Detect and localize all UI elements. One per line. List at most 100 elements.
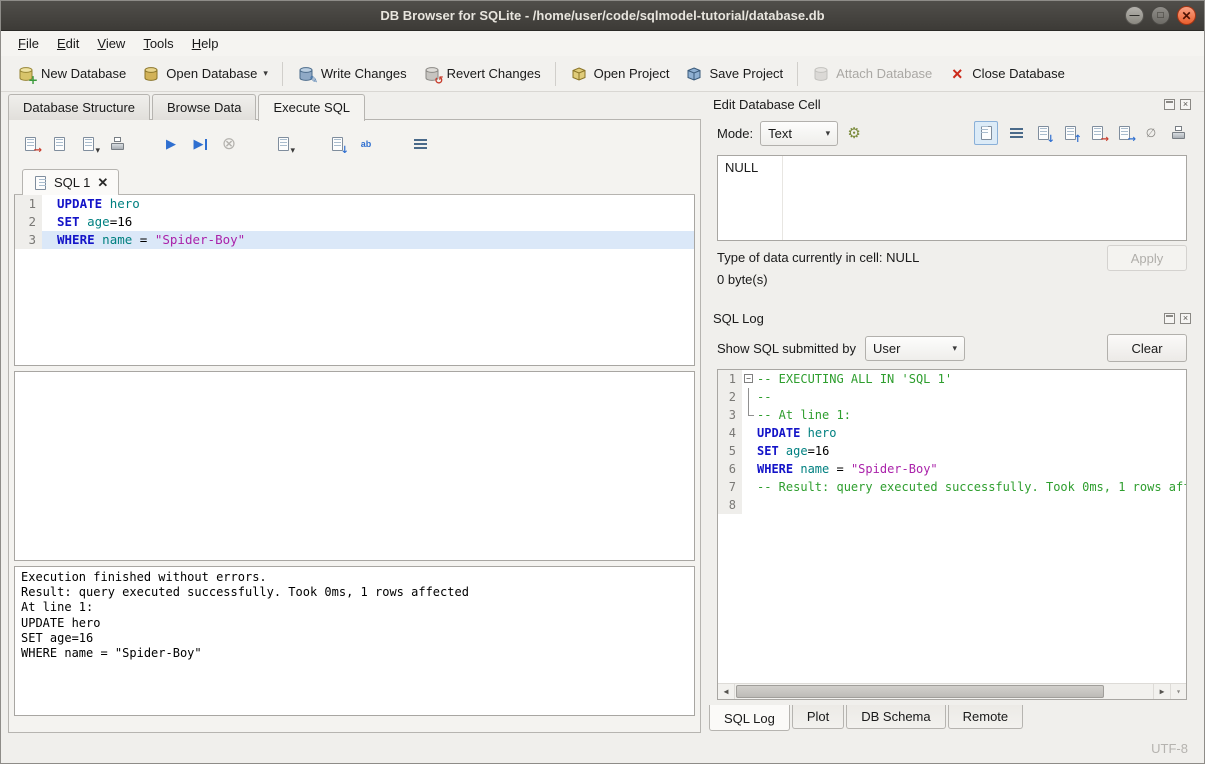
edit-cell-dock-title: Edit Database Cell bbox=[707, 93, 1197, 115]
left-panel: Database Structure Browse Data Execute S… bbox=[8, 93, 701, 733]
sql-tab-label: SQL 1 bbox=[54, 175, 90, 190]
revert-changes-button[interactable]: Revert Changes bbox=[415, 60, 549, 88]
edit-cell-float-icon[interactable] bbox=[1164, 99, 1175, 110]
horizontal-scrollbar[interactable]: ◀ ▶ ▾ bbox=[718, 683, 1186, 699]
cell-type-text: Type of data currently in cell: NULL bbox=[717, 250, 919, 265]
scroll-right-icon[interactable]: ▶ bbox=[1153, 684, 1170, 699]
menu-help[interactable]: Help bbox=[183, 33, 228, 54]
scrollbar-track[interactable] bbox=[735, 684, 1153, 699]
new-sql-tab-icon[interactable] bbox=[274, 135, 292, 153]
scroll-left-icon[interactable]: ◀ bbox=[718, 684, 735, 699]
save-project-button[interactable]: Save Project bbox=[677, 60, 791, 88]
sql-editor[interactable]: 1UPDATE hero2SET age=163WHERE name = "Sp… bbox=[14, 195, 695, 366]
menu-tools[interactable]: Tools bbox=[134, 33, 182, 54]
save-sql-file-icon[interactable] bbox=[50, 135, 68, 153]
sql-log-dock-title: SQL Log bbox=[707, 307, 1197, 329]
import-cell-icon[interactable] bbox=[1034, 124, 1052, 142]
cell-editor[interactable]: NULL bbox=[717, 155, 1187, 241]
mode-value: Text bbox=[768, 126, 792, 141]
results-grid[interactable] bbox=[14, 371, 695, 561]
sql-log-float-icon[interactable] bbox=[1164, 313, 1175, 324]
mode-select[interactable]: Text bbox=[760, 121, 838, 146]
revert-changes-label: Revert Changes bbox=[447, 66, 541, 81]
cell-size-text: 0 byte(s) bbox=[717, 272, 919, 287]
tab-browse-data[interactable]: Browse Data bbox=[152, 94, 256, 120]
set-null-icon[interactable] bbox=[1142, 124, 1160, 142]
menubar: File Edit View Tools Help bbox=[1, 31, 1204, 56]
revert-changes-icon bbox=[423, 65, 441, 83]
window-controls: ― □ ✕ bbox=[1125, 6, 1196, 25]
export-results-icon[interactable] bbox=[328, 135, 346, 153]
maximize-button[interactable]: □ bbox=[1151, 6, 1170, 25]
tab-sql-log[interactable]: SQL Log bbox=[709, 705, 790, 731]
main-toolbar: New Database Open Database Write Changes… bbox=[1, 56, 1204, 92]
save-cell-icon[interactable] bbox=[1115, 124, 1133, 142]
word-wrap-icon[interactable] bbox=[1007, 124, 1025, 142]
print-cell-icon[interactable] bbox=[1169, 124, 1187, 142]
apply-button[interactable]: Apply bbox=[1107, 245, 1187, 271]
close-button[interactable]: ✕ bbox=[1177, 6, 1196, 25]
bottom-tabs: SQL Log Plot DB Schema Remote bbox=[707, 705, 1197, 733]
find-replace-icon[interactable] bbox=[357, 135, 375, 153]
text-mode-icon[interactable] bbox=[974, 121, 998, 145]
sql-tab-bar: SQL 1 ✕ bbox=[14, 164, 695, 195]
sql-tab-close-icon[interactable]: ✕ bbox=[97, 176, 108, 189]
window-title: DB Browser for SQLite - /home/user/code/… bbox=[380, 8, 824, 23]
new-database-icon bbox=[17, 65, 35, 83]
menu-file[interactable]: File bbox=[9, 33, 48, 54]
chevron-down-icon bbox=[826, 128, 831, 139]
close-database-button[interactable]: Close Database bbox=[940, 60, 1073, 88]
encoding-indicator[interactable]: UTF-8 bbox=[1151, 741, 1188, 756]
attach-database-button[interactable]: Attach Database bbox=[804, 60, 940, 88]
save-sql-as-icon[interactable] bbox=[79, 135, 97, 153]
clear-log-button[interactable]: Clear bbox=[1107, 334, 1187, 362]
close-database-label: Close Database bbox=[972, 66, 1065, 81]
chevron-down-icon bbox=[952, 343, 957, 354]
scrollbar-thumb[interactable] bbox=[736, 685, 1104, 698]
titlebar[interactable]: DB Browser for SQLite - /home/user/code/… bbox=[1, 1, 1204, 31]
mode-label: Mode: bbox=[717, 126, 753, 141]
open-project-button[interactable]: Open Project bbox=[562, 60, 678, 88]
open-database-icon bbox=[142, 65, 160, 83]
tab-plot[interactable]: Plot bbox=[792, 705, 844, 729]
sql-toolbar bbox=[9, 124, 700, 164]
minimize-button[interactable]: ― bbox=[1125, 6, 1144, 25]
menu-view[interactable]: View bbox=[88, 33, 134, 54]
edit-cell-title: Edit Database Cell bbox=[713, 97, 821, 112]
sql-log-close-icon[interactable] bbox=[1180, 313, 1191, 324]
submitted-by-select[interactable]: User bbox=[865, 336, 965, 361]
scrollbar-corner: ▾ bbox=[1170, 684, 1186, 699]
export-cell-icon[interactable] bbox=[1061, 124, 1079, 142]
tab-remote[interactable]: Remote bbox=[948, 705, 1024, 729]
menu-edit[interactable]: Edit bbox=[48, 33, 88, 54]
tab-db-schema[interactable]: DB Schema bbox=[846, 705, 945, 729]
write-changes-label: Write Changes bbox=[321, 66, 407, 81]
open-database-label: Open Database bbox=[166, 66, 257, 81]
tab-database-structure[interactable]: Database Structure bbox=[8, 94, 150, 120]
open-database-dropdown-icon[interactable] bbox=[263, 68, 268, 79]
attach-database-icon bbox=[812, 65, 830, 83]
sql-tab[interactable]: SQL 1 ✕ bbox=[22, 169, 119, 195]
cell-value: NULL bbox=[725, 160, 758, 175]
open-sql-file-icon[interactable] bbox=[21, 135, 39, 153]
new-database-button[interactable]: New Database bbox=[9, 60, 134, 88]
write-changes-button[interactable]: Write Changes bbox=[289, 60, 415, 88]
open-database-button[interactable]: Open Database bbox=[134, 60, 276, 88]
sql-log-view[interactable]: 1−-- EXECUTING ALL IN 'SQL 1'2--3-- At l… bbox=[717, 369, 1187, 700]
submitted-by-value: User bbox=[873, 341, 900, 356]
auto-switch-mode-icon[interactable] bbox=[845, 124, 863, 142]
stop-execution-icon[interactable] bbox=[220, 135, 238, 153]
execute-all-icon[interactable] bbox=[162, 135, 180, 153]
attach-database-label: Attach Database bbox=[836, 66, 932, 81]
replace-cell-icon[interactable] bbox=[1088, 124, 1106, 142]
sql-log-filter-row: Show SQL submitted by User Clear bbox=[707, 329, 1197, 367]
auto-format-icon[interactable] bbox=[411, 135, 429, 153]
edit-cell-close-icon[interactable] bbox=[1180, 99, 1191, 110]
execute-current-line-icon[interactable] bbox=[191, 135, 209, 153]
save-project-icon bbox=[685, 65, 703, 83]
print-sql-icon[interactable] bbox=[108, 135, 126, 153]
execution-output: Execution finished without errors.Result… bbox=[14, 566, 695, 716]
statusbar: UTF-8 bbox=[1, 734, 1204, 763]
tab-execute-sql[interactable]: Execute SQL bbox=[258, 94, 365, 121]
execute-sql-pane: SQL 1 ✕ 1UPDATE hero2SET age=163WHERE na… bbox=[8, 119, 701, 733]
